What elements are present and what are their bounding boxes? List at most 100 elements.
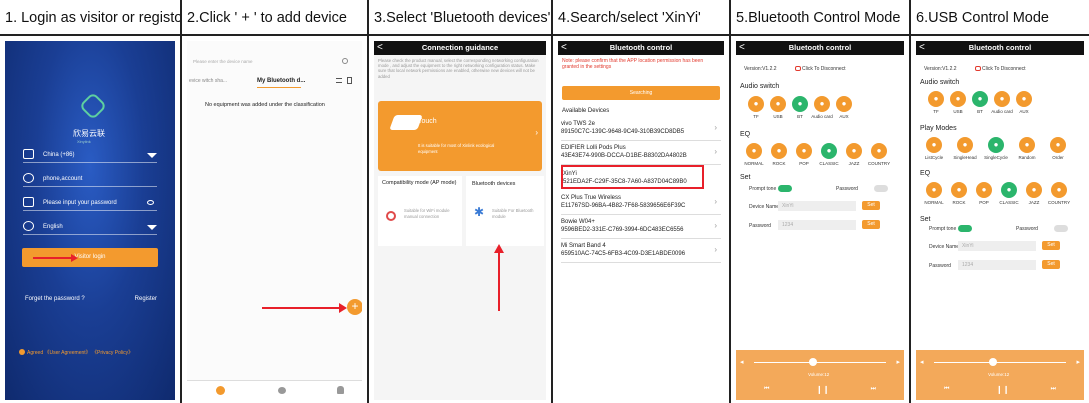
device-item[interactable]: CX Plus True Wireless E11767SD-96BA-4B82-… xyxy=(561,191,721,215)
volume-down-icon[interactable]: ◂ xyxy=(740,358,744,366)
register-link[interactable]: Register xyxy=(135,296,157,302)
mode-button-icon[interactable]: ● xyxy=(746,143,762,159)
device-name-set-button[interactable]: Set xyxy=(1042,241,1060,250)
eye-icon[interactable] xyxy=(147,200,154,205)
volume-knob[interactable] xyxy=(809,358,818,366)
chevron-right-icon: › xyxy=(714,147,717,156)
bluetooth-desc: Suitable For Bluetooth module xyxy=(492,208,534,219)
password-toggle[interactable] xyxy=(874,185,888,192)
mode-button-icon[interactable]: ● xyxy=(1016,91,1032,107)
mode-button-icon[interactable]: ● xyxy=(1019,137,1035,153)
pause-icon[interactable]: ❙❙ xyxy=(816,385,829,394)
mode-button-icon[interactable]: ● xyxy=(950,91,966,107)
tab-underline xyxy=(257,87,301,88)
prompt-tone-toggle[interactable] xyxy=(958,225,972,232)
device-name-label: Device Name xyxy=(749,204,780,210)
mode-button-icon[interactable]: ● xyxy=(957,137,973,153)
device-item[interactable]: Mi Smart Band 4 659510AC-74C5-6FB3-4C09-D… xyxy=(561,239,721,263)
home-icon[interactable] xyxy=(216,386,225,395)
back-icon[interactable]: < xyxy=(919,41,925,54)
mode-button-icon[interactable]: ● xyxy=(1051,182,1067,198)
agreement-text[interactable]: Agreed 《User Agreement》 《Privacy Policy》 xyxy=(27,349,133,356)
mode-button-icon[interactable]: ● xyxy=(951,182,967,198)
account-input[interactable]: phone,account xyxy=(23,171,157,187)
mode-button-icon[interactable]: ● xyxy=(994,91,1010,107)
mode-button-icon[interactable]: ● xyxy=(926,182,942,198)
mode-button-icon[interactable]: ● xyxy=(748,96,764,112)
mode-button-icon[interactable]: ● xyxy=(792,96,808,112)
chevron-down-icon xyxy=(147,153,157,158)
password-set-button[interactable]: Set xyxy=(1042,260,1060,269)
brand-sub: Xinyiink xyxy=(77,139,91,144)
mode-button-icon[interactable]: ● xyxy=(771,143,787,159)
volume-knob[interactable] xyxy=(989,358,998,366)
mode-button-icon[interactable]: ● xyxy=(988,137,1004,153)
profile-icon[interactable] xyxy=(337,386,344,394)
agree-checkbox[interactable] xyxy=(19,349,25,355)
mode-button-icon[interactable]: ● xyxy=(1001,182,1017,198)
mode-button-icon[interactable]: ● xyxy=(814,96,830,112)
bluetooth-search-screen: < Bluetooth control Note: please confirm … xyxy=(558,41,724,400)
tab-my-bluetooth[interactable]: My Bluetooth d... xyxy=(257,78,305,84)
back-icon[interactable]: < xyxy=(561,41,567,54)
mode-button-icon[interactable]: ● xyxy=(821,143,837,159)
device-item-xinyi[interactable]: XinYi 521EDA2F-C29F-35C8-7A60-A837D04C89B… xyxy=(561,165,704,189)
mode-button-icon[interactable]: ● xyxy=(871,143,887,159)
mode-button-icon[interactable]: ● xyxy=(846,143,862,159)
step-caption: 3.Select 'Bluetooth devices' xyxy=(369,0,551,36)
mode-button-icon[interactable]: ● xyxy=(770,96,786,112)
mode-button-icon[interactable]: ● xyxy=(836,96,852,112)
mode-button-label: AUX xyxy=(839,114,849,119)
country-select[interactable]: China (+86) xyxy=(23,147,157,163)
password-input[interactable]: 1234 xyxy=(778,220,856,230)
password-set-button[interactable]: Set xyxy=(862,220,880,229)
disconnect-link[interactable]: Click To Disconnect xyxy=(802,66,846,72)
mode-button-icon[interactable]: ● xyxy=(928,91,944,107)
mode-button-icon[interactable]: ● xyxy=(926,137,942,153)
step-caption: 5.Bluetooth Control Mode xyxy=(731,0,909,36)
touch-mode-card[interactable]: Touch It is suitable for most of Xinlink… xyxy=(378,101,542,171)
device-item[interactable]: Bowie W04+ 9596BED2-331E-C769-3994-6DC483… xyxy=(561,215,721,239)
volume-down-icon[interactable]: ◂ xyxy=(920,358,924,366)
mode-button-label: Order xyxy=(1052,155,1064,160)
brand-name: 欣易云联 xyxy=(73,129,105,138)
mode-button-icon[interactable]: ● xyxy=(1026,182,1042,198)
language-select[interactable]: English xyxy=(23,219,157,235)
next-icon[interactable]: ⏭ xyxy=(871,386,876,393)
volume-up-icon[interactable]: ▸ xyxy=(1076,358,1080,366)
device-name-input[interactable]: XinYi xyxy=(778,201,856,211)
pause-icon[interactable]: ❙❙ xyxy=(996,385,1009,394)
mode-button-icon[interactable]: ● xyxy=(796,143,812,159)
mode-button-icon[interactable]: ● xyxy=(976,182,992,198)
forgot-password-link[interactable]: Forget the password ? xyxy=(25,296,85,302)
list-icon[interactable] xyxy=(336,78,342,83)
mode-button-icon[interactable]: ● xyxy=(1050,137,1066,153)
device-name-input[interactable]: XinYi xyxy=(958,241,1036,251)
password-input[interactable]: Please input your password xyxy=(23,195,157,211)
device-item[interactable]: vivo TWS 2e 89150C7C-139C-9648-9C49-310B3… xyxy=(561,117,721,141)
prompt-tone-toggle[interactable] xyxy=(778,185,792,192)
trash-icon[interactable] xyxy=(347,77,352,84)
add-device-button[interactable]: + xyxy=(347,299,362,315)
search-input[interactable]: Please enter the device name xyxy=(193,59,253,64)
step-5: 5.Bluetooth Control Mode < Bluetooth cont… xyxy=(731,0,911,403)
volume-up-icon[interactable]: ▸ xyxy=(896,358,900,366)
next-icon[interactable]: ⏭ xyxy=(1051,386,1056,393)
disconnect-link[interactable]: Click To Disconnect xyxy=(982,66,1026,72)
search-icon[interactable] xyxy=(342,58,348,64)
prev-icon[interactable]: ⏮ xyxy=(944,386,949,393)
password-toggle[interactable] xyxy=(1054,225,1068,232)
prev-icon[interactable]: ⏮ xyxy=(764,386,769,393)
compat-mode-card[interactable]: Compatibility mode (AP mode) Suitable fo… xyxy=(378,176,462,246)
password-input[interactable]: 1234 xyxy=(958,260,1036,270)
message-icon[interactable] xyxy=(278,387,286,394)
tab-shared-devices[interactable]: evice witch sha... xyxy=(189,78,227,84)
bluetooth-devices-card[interactable]: Bluetooth devices ✱ Suitable For Bluetoo… xyxy=(466,176,544,246)
mode-button-icon[interactable]: ● xyxy=(972,91,988,107)
back-icon[interactable]: < xyxy=(739,41,745,54)
mode-button-label: NORMAL xyxy=(744,161,764,166)
device-name-set-button[interactable]: Set xyxy=(862,201,880,210)
back-icon[interactable]: < xyxy=(377,41,383,54)
device-item[interactable]: EDIFIER Lolli Pods Plus 43E43E74-990B-DCC… xyxy=(561,141,721,165)
searching-button[interactable]: Searching xyxy=(562,86,720,100)
